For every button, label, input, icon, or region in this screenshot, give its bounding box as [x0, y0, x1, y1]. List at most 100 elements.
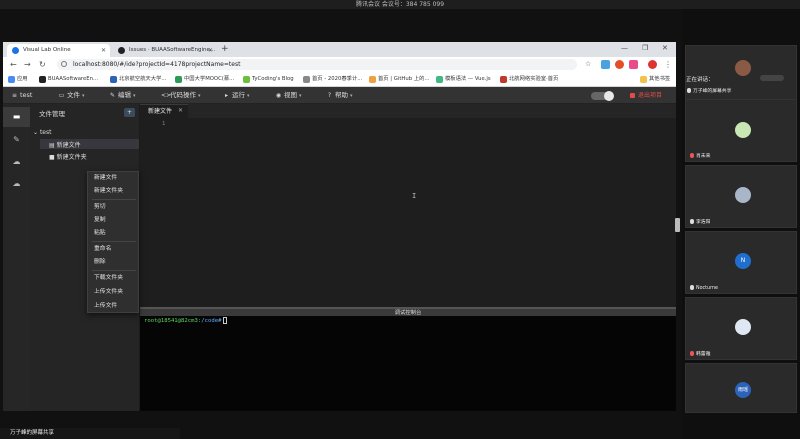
participant-name: 韩蕾雅 — [690, 350, 710, 357]
chevron-down-icon: ▾ — [247, 93, 250, 99]
menu-file[interactable]: ▭ 文件 ▾ — [58, 87, 85, 104]
extension-icon[interactable] — [615, 60, 624, 69]
bookmark-item[interactable]: 中国大学MOOC(慕... — [175, 72, 234, 87]
prompt-path: :/code# — [197, 318, 222, 324]
folder-icon — [640, 76, 647, 83]
participant-tile[interactable]: 李浩阳 — [685, 165, 797, 228]
wrench-icon[interactable]: ✎ — [3, 130, 30, 150]
menu-help[interactable]: ? 帮助 ▾ — [326, 87, 353, 104]
chevron-down-icon: ▾ — [198, 93, 201, 99]
bookmark-item[interactable]: 其他书签 — [640, 72, 670, 87]
speaking-label: 正在讲话： — [686, 77, 714, 83]
sharing-indicator: 万子峰的屏幕共享 — [0, 428, 180, 439]
menu-label: 文件 — [67, 91, 80, 99]
ctx-download-folder[interactable]: 下载文件夹 — [88, 272, 140, 285]
bookmark-item[interactable]: 模板语法 — Vue.js — [436, 72, 491, 87]
ctx-upload-folder[interactable]: 上传文件夹 — [88, 286, 140, 299]
ctx-rename[interactable]: 重命名 — [88, 243, 140, 256]
menu-code[interactable]: <>代码操作 ▾ — [161, 87, 201, 104]
ctx-copy[interactable]: 复制 — [88, 214, 140, 227]
browser-tab-visual-lab[interactable]: Visual Lab Online ✕ — [7, 44, 110, 57]
apps-icon — [8, 76, 15, 83]
profile-avatar[interactable] — [648, 60, 657, 69]
tree-item-label: 新建文件 — [56, 142, 81, 149]
avatar — [735, 60, 751, 76]
upload-icon[interactable]: ☁ — [3, 174, 30, 194]
close-icon[interactable]: ✕ — [208, 44, 213, 57]
debug-console[interactable]: root@18541@82cm3:/code# — [140, 316, 676, 411]
context-menu: 新建文件 新建文件夹 剪切 复制 粘贴 重命名 删除 下载文件夹 上传文件夹 上… — [87, 171, 139, 313]
minimize-icon[interactable]: — — [621, 44, 628, 52]
code-editor[interactable]: 1 I — [140, 118, 676, 307]
forward-icon[interactable]: → — [24, 59, 31, 70]
new-tab-button[interactable]: + — [221, 44, 229, 55]
menu-edit[interactable]: ✎ 编辑 ▾ — [109, 87, 136, 104]
bookmark-item[interactable]: TyCoding's Blog — [243, 72, 294, 87]
bookmark-item[interactable]: 北航网络实验室·首页 — [500, 72, 558, 87]
files-icon[interactable]: ▬ — [3, 107, 30, 127]
reload-icon[interactable]: ↻ — [39, 59, 46, 70]
cloud-icon[interactable]: ☁ — [3, 152, 30, 172]
menu-run[interactable]: ▸ 运行 ▾ — [223, 87, 250, 104]
tree-root[interactable]: ⌄ test — [33, 129, 51, 136]
close-icon[interactable]: ✕ — [101, 44, 106, 57]
mic-icon — [690, 285, 694, 290]
back-icon[interactable]: ← — [10, 59, 17, 70]
participant-name: Nocturne — [690, 285, 718, 291]
bookmark-item[interactable]: 应用 — [8, 72, 28, 87]
tab-title: Visual Lab Online — [23, 47, 71, 53]
participant-tile[interactable]: 肖未来 — [685, 99, 797, 162]
menu-icon[interactable]: ⋮ — [664, 59, 672, 70]
tree-item-label: 新建文件夹 — [56, 154, 87, 161]
ctx-paste[interactable]: 粘贴 — [88, 227, 140, 240]
prompt-user: root@18541@82cm3 — [144, 318, 198, 324]
bookmark-item[interactable]: 首页 - 2020春季计... — [303, 72, 362, 87]
bookmark-item[interactable]: 北京航空航天大学... — [110, 72, 166, 87]
star-icon[interactable]: ☆ — [585, 59, 591, 70]
close-window-icon[interactable]: ✕ — [662, 44, 668, 52]
menu-view[interactable]: ◉ 视图 ▾ — [275, 87, 302, 104]
chevron-down-icon: ⌄ — [33, 129, 40, 136]
avatar — [735, 122, 751, 138]
bookmark-label: 其他书签 — [649, 76, 671, 82]
toggle-knob[interactable] — [604, 91, 614, 101]
exit-project-button[interactable]: 退出项目 — [630, 87, 662, 104]
menu-label: 编辑 — [118, 91, 131, 99]
ctx-cut[interactable]: 剪切 — [88, 201, 140, 214]
file-icon: ▤ — [49, 142, 57, 149]
bookmark-item[interactable]: BUAASoftwareEn... — [39, 72, 98, 87]
menu-divider — [92, 199, 136, 200]
tree-item-file[interactable]: ▤ 新建文件 — [49, 140, 81, 149]
ctx-new-file[interactable]: 新建文件 — [88, 172, 140, 185]
participant-name: 李浩阳 — [690, 218, 710, 225]
ctx-delete[interactable]: 删除 — [88, 256, 140, 269]
avatar: 雨瑶 — [735, 382, 751, 398]
tree-item-folder[interactable]: ■ 新建文件夹 — [49, 152, 87, 161]
participant-tile[interactable]: 韩蕾雅 — [685, 297, 797, 360]
ctx-new-folder[interactable]: 新建文件夹 — [88, 185, 140, 198]
speaker-name-blurred — [760, 75, 784, 81]
github-icon — [39, 76, 46, 83]
menu-label: 运行 — [232, 91, 245, 99]
info-icon[interactable] — [61, 61, 67, 67]
url-input[interactable]: localhost:8080/#/ide?projectId=4178proje… — [57, 59, 577, 70]
participant-name: 肖未来 — [690, 152, 710, 159]
mic-muted-icon — [690, 153, 694, 158]
console-header[interactable]: 调试控制台 — [140, 307, 676, 316]
bookmark-item[interactable]: 首页 | GitHub 上的... — [369, 72, 429, 87]
page-icon — [369, 76, 376, 83]
extension-icon[interactable] — [629, 60, 638, 69]
explorer-title: 文件管理 — [39, 110, 65, 118]
maximize-icon[interactable]: ❐ — [642, 44, 648, 52]
menu-label: 视图 — [284, 91, 297, 99]
participant-tile[interactable]: N Nocturne — [685, 231, 797, 294]
panel-resize-handle[interactable] — [675, 218, 680, 232]
ctx-upload-file[interactable]: 上传文件 — [88, 300, 140, 313]
add-file-button[interactable]: + — [124, 108, 135, 117]
extension-icon[interactable] — [601, 60, 610, 69]
browser-tab-issues[interactable]: Issues · BUAASoftwareEngine... ✕ — [113, 44, 217, 57]
close-icon[interactable]: ✕ — [178, 104, 183, 118]
participant-tile[interactable]: 雨瑶 — [685, 363, 797, 413]
ide-menubar: ≡ test ▭ 文件 ▾ ✎ 编辑 ▾ <>代码操作 ▾ ▸ 运行 ▾ ◉ 视图 ▾ ? 帮助 ▾ 退… — [3, 87, 676, 104]
chevron-down-icon: ▾ — [82, 93, 85, 99]
